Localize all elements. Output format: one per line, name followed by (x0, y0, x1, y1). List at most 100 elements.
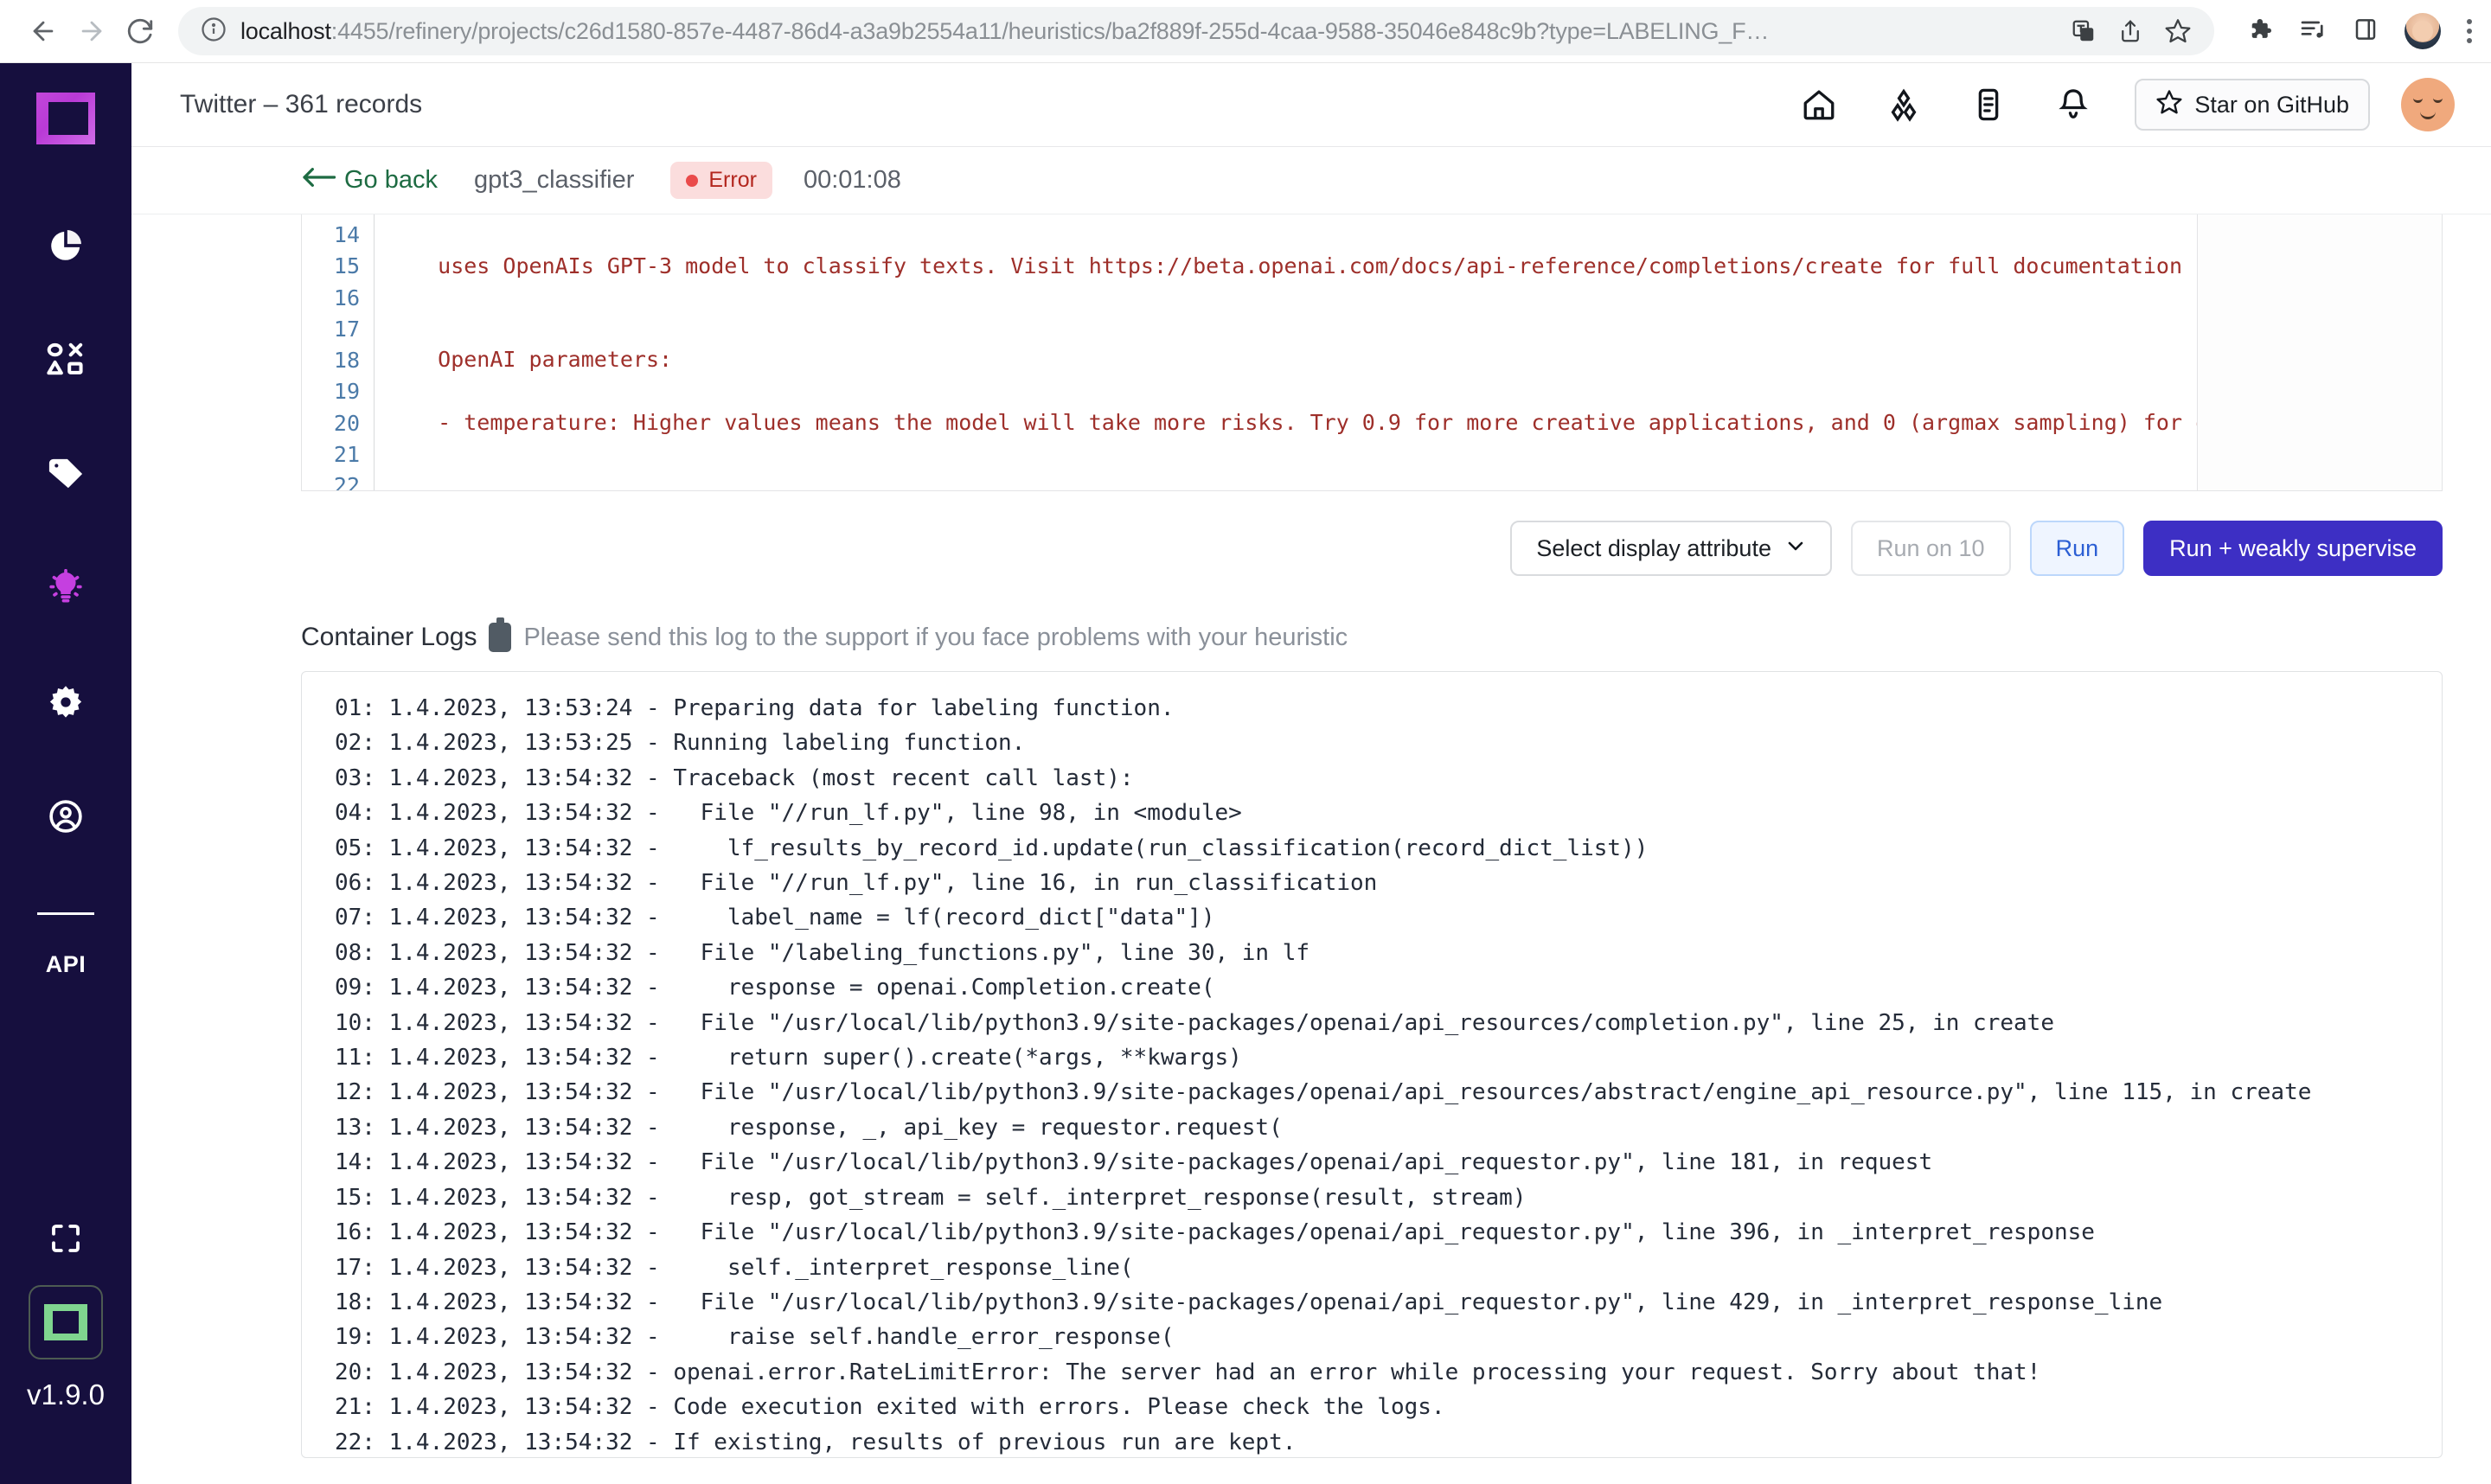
back-arrow-icon[interactable] (19, 7, 67, 55)
log-line: 02: 1.4.2023, 13:53:25 - Running labelin… (335, 730, 1026, 757)
pie-chart-icon (47, 227, 85, 265)
status-badge: Error (670, 162, 772, 199)
container-logs-title: Container Logs (301, 623, 477, 651)
log-line: 10: 1.4.2023, 13:54:32 - File "/usr/loca… (335, 1009, 2054, 1036)
log-line: 15: 1.4.2023, 13:54:32 - resp, got_strea… (335, 1184, 1527, 1211)
tag-icon (46, 456, 86, 492)
extensions-puzzle-icon[interactable] (2245, 16, 2273, 48)
share-icon[interactable] (2117, 18, 2143, 44)
side-panel-icon[interactable] (2353, 16, 2379, 47)
long-arrow-left-icon (301, 166, 336, 195)
editor-minimap[interactable] (2197, 214, 2442, 490)
shapes-icon (46, 342, 86, 378)
bookmark-star-icon[interactable] (2164, 17, 2192, 45)
log-line: 06: 1.4.2023, 13:54:32 - File "//run_lf.… (335, 870, 1378, 897)
run-on-10-button[interactable]: Run on 10 (1850, 521, 2011, 576)
refinery-logo[interactable] (36, 93, 95, 144)
line-number: 21 (333, 442, 360, 468)
chrome-actions (2245, 13, 2472, 49)
go-back-button[interactable]: Go back (301, 166, 438, 195)
log-line: 01: 1.4.2023, 13:53:24 - Preparing data … (335, 695, 1175, 721)
log-line: 19: 1.4.2023, 13:54:32 - raise self.hand… (335, 1324, 1175, 1351)
bottom-logo-button[interactable] (29, 1285, 103, 1359)
sidebar-item-overview[interactable] (0, 219, 131, 272)
notification-center-icon[interactable] (1962, 78, 2015, 131)
log-line: 12: 1.4.2023, 13:54:32 - File "/usr/loca… (335, 1079, 2312, 1106)
line-number: 14 (333, 222, 360, 247)
sidebar-item-heuristics[interactable] (0, 561, 131, 615)
log-line: 16: 1.4.2023, 13:54:32 - File "/usr/loca… (335, 1219, 2095, 1246)
sidebar: API v1.9.0 (0, 63, 131, 1484)
code-line: OpenAI parameters: (399, 347, 673, 373)
container-logs-panel[interactable]: 01: 1.4.2023, 13:53:24 - Preparing data … (301, 671, 2443, 1458)
bell-icon[interactable] (2046, 78, 2100, 131)
log-line: 05: 1.4.2023, 13:54:32 - lf_results_by_r… (335, 835, 1649, 861)
select-display-attribute-label: Select display attribute (1536, 534, 1771, 561)
line-number: 15 (333, 253, 360, 279)
forward-arrow-icon[interactable] (67, 7, 116, 55)
log-line: 13: 1.4.2023, 13:54:32 - response, _, ap… (335, 1114, 1283, 1141)
status-label: Error (708, 168, 757, 192)
log-line: 03: 1.4.2023, 13:54:32 - Traceback (most… (335, 764, 1134, 791)
user-circle-icon (47, 797, 85, 835)
sidebar-divider (37, 912, 94, 915)
site-info-icon[interactable] (201, 16, 227, 47)
sidebar-item-data-browser[interactable] (0, 333, 131, 387)
editor-code-lines[interactable]: uses OpenAIs GPT-3 model to classify tex… (375, 214, 2442, 490)
browser-toolbar: localhost:4455/refinery/projects/c26d158… (0, 0, 2491, 63)
app-topbar: Twitter – 361 records Star on GitHub (131, 63, 2491, 147)
lightbulb-icon (47, 569, 85, 607)
container-logs-hint: Please send this log to the support if y… (523, 623, 1348, 651)
profile-avatar-icon[interactable] (2405, 13, 2441, 49)
kebab-menu-icon[interactable] (2467, 19, 2472, 43)
log-line: 14: 1.4.2023, 13:54:32 - File "/usr/loca… (335, 1149, 1933, 1176)
log-line: 21: 1.4.2023, 13:54:32 - Code execution … (335, 1394, 1445, 1421)
page-title: Twitter – 361 records (180, 90, 423, 118)
home-icon[interactable] (1792, 78, 1846, 131)
editor-line-numbers: 14 15 16 17 18 19 20 21 22 (302, 214, 375, 490)
line-number: 18 (333, 348, 360, 374)
line-number: 16 (333, 285, 360, 310)
gear-icon (47, 683, 85, 721)
breadcrumb: Go back gpt3_classifier Error 00:01:08 (131, 147, 2491, 214)
action-bar: Select display attribute Run on 10 Run R… (131, 521, 2443, 576)
code-line: uses OpenAIs GPT-3 model to classify tex… (399, 253, 2183, 278)
expand-frame-icon[interactable] (48, 1220, 84, 1261)
address-bar[interactable]: localhost:4455/refinery/projects/c26d158… (178, 7, 2214, 55)
reading-list-icon[interactable] (2299, 16, 2327, 48)
star-on-github-label: Star on GitHub (2194, 91, 2349, 118)
main-content: Twitter – 361 records Star on GitHub Go … (131, 63, 2491, 1484)
line-number: 20 (333, 410, 360, 436)
line-number: 17 (333, 316, 360, 342)
user-avatar[interactable] (2401, 78, 2455, 131)
heuristic-name: gpt3_classifier (474, 166, 635, 194)
star-on-github-button[interactable]: Star on GitHub (2135, 79, 2370, 131)
sidebar-item-api[interactable]: API (46, 951, 86, 978)
line-number: 22 (333, 473, 360, 491)
code-editor[interactable]: 14 15 16 17 18 19 20 21 22 uses OpenAIs … (301, 214, 2443, 491)
log-line: 11: 1.4.2023, 13:54:32 - return super().… (335, 1045, 1242, 1071)
sidebar-item-account[interactable] (0, 790, 131, 843)
log-line: 07: 1.4.2023, 13:54:32 - label_name = lf… (335, 905, 1215, 931)
url-host: localhost (240, 17, 331, 44)
chevron-down-icon (1785, 535, 1806, 562)
run-weakly-supervise-button[interactable]: Run + weakly supervise (2143, 521, 2443, 576)
reload-icon[interactable] (116, 7, 164, 55)
sidebar-item-settings[interactable] (0, 675, 131, 729)
sidebar-item-labeling[interactable] (0, 447, 131, 501)
url-path: :4455/refinery/projects/c26d1580-857e-44… (330, 17, 1770, 44)
select-display-attribute-dropdown[interactable]: Select display attribute (1510, 521, 1832, 576)
log-line: 08: 1.4.2023, 13:54:32 - File "/labeling… (335, 939, 1310, 966)
log-line: 22: 1.4.2023, 13:54:32 - If existing, re… (335, 1429, 1297, 1455)
run-button[interactable]: Run (2029, 521, 2125, 576)
clipboard-icon[interactable] (489, 617, 512, 652)
log-line: 09: 1.4.2023, 13:54:32 - response = open… (335, 975, 1215, 1001)
model-callbacks-icon[interactable] (1877, 78, 1931, 131)
url-text: localhost:4455/refinery/projects/c26d158… (240, 18, 2050, 45)
container-logs-header: Container Logs Please send this log to t… (301, 617, 2491, 652)
translate-icon[interactable] (2071, 18, 2097, 44)
log-line: 20: 1.4.2023, 13:54:32 - openai.error.Ra… (335, 1359, 2041, 1385)
log-line: 17: 1.4.2023, 13:54:32 - self._interpret… (335, 1254, 1134, 1281)
go-back-label: Go back (344, 166, 438, 194)
code-line: - temperature: Higher values means the m… (399, 409, 2430, 435)
